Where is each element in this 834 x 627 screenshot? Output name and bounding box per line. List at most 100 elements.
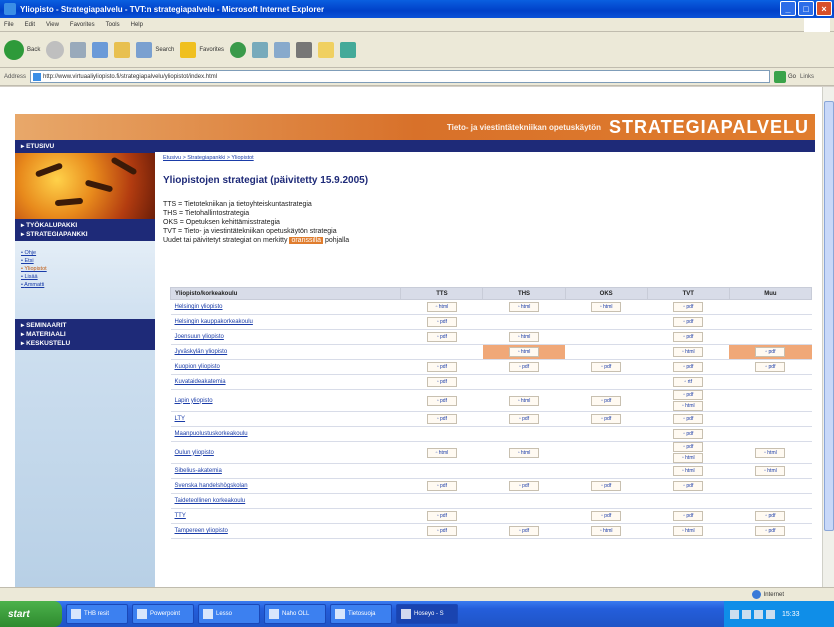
university-link[interactable]: Svenska handelshögskolan — [170, 478, 401, 494]
university-link[interactable]: Sibelius-akatemia — [170, 463, 401, 479]
university-link[interactable]: Kuopion yliopisto — [170, 359, 401, 375]
link-ammatti[interactable]: • Ammatti — [21, 281, 149, 289]
document-link[interactable]: ▫ pdf — [426, 377, 457, 387]
home-icon[interactable] — [114, 41, 131, 58]
document-link[interactable]: ▫ pdf — [673, 481, 704, 491]
forward-button[interactable] — [46, 40, 65, 59]
document-link[interactable]: ▫ pdf — [591, 414, 622, 424]
favorites-button[interactable]: Favorites — [180, 41, 224, 58]
link-ohje[interactable]: • Ohje — [21, 249, 149, 257]
document-link[interactable]: ▫ html — [509, 332, 540, 342]
document-link[interactable]: ▫ html — [755, 447, 786, 458]
task-button[interactable]: Tietosuoja — [330, 604, 392, 624]
task-button-active[interactable]: Hoseyo - S — [396, 604, 458, 624]
task-button[interactable]: Powerpoint — [132, 604, 194, 624]
nav-etusivu[interactable]: ▸ ETUSIVU — [21, 142, 149, 151]
university-link[interactable]: Joensuun yliopisto — [170, 329, 401, 345]
university-link[interactable]: Tampereen yliopisto — [170, 523, 401, 539]
go-button[interactable]: Go — [774, 70, 796, 83]
document-link[interactable]: ▫ pdf — [673, 317, 704, 327]
folder-icon[interactable] — [318, 41, 335, 58]
scroll-thumb[interactable] — [824, 101, 834, 531]
menu-view[interactable]: View — [46, 22, 59, 28]
close-button[interactable]: × — [816, 1, 832, 16]
refresh-icon[interactable] — [92, 41, 109, 58]
print-icon[interactable] — [274, 41, 291, 58]
document-link[interactable]: ▫ pdf — [673, 332, 704, 342]
document-link[interactable]: ▫ pdf — [755, 362, 786, 372]
document-link[interactable]: ▫ html — [673, 526, 704, 536]
document-link[interactable]: ▫ pdf — [591, 395, 622, 406]
document-link[interactable]: ▫ pdf — [755, 347, 786, 357]
nav-materiaali[interactable]: ▸ MATERIAALI — [21, 330, 149, 339]
document-link[interactable]: ▫ html — [426, 447, 457, 458]
document-link[interactable]: ▫ pdf — [673, 390, 704, 400]
menu-tools[interactable]: Tools — [106, 22, 120, 28]
document-link[interactable]: ▫ pdf — [673, 414, 704, 424]
document-link[interactable]: ▫ pdf — [426, 332, 457, 342]
document-link[interactable]: ▫ html — [509, 302, 540, 312]
document-link[interactable]: ▫ html — [673, 466, 704, 476]
link-etsi[interactable]: • Etsi — [21, 257, 149, 265]
university-link[interactable]: Oulun yliopisto — [170, 441, 401, 464]
messenger-icon[interactable] — [340, 41, 357, 58]
link-lisaa[interactable]: • Lisää — [21, 273, 149, 281]
document-link[interactable]: ▫ pdf — [426, 511, 457, 521]
menu-help[interactable]: Help — [131, 22, 143, 28]
menu-favorites[interactable]: Favorites — [70, 22, 95, 28]
document-link[interactable]: ▫ html — [426, 302, 457, 312]
menu-file[interactable]: File — [4, 22, 14, 28]
document-link[interactable]: ▫ pdf — [591, 511, 622, 521]
document-link[interactable]: ▫ html — [509, 347, 540, 357]
document-link[interactable]: ▫ pdf — [673, 442, 704, 452]
university-link[interactable]: Kuvataideakatemia — [170, 374, 401, 390]
document-link[interactable]: ▫ pdf — [426, 481, 457, 491]
document-link[interactable]: ▫ pdf — [673, 429, 704, 439]
university-link[interactable]: Helsingin kauppakorkeakoulu — [170, 314, 401, 330]
nav-keskustelu[interactable]: ▸ KESKUSTELU — [21, 339, 149, 348]
document-link[interactable]: ▫ html — [673, 453, 704, 463]
document-link[interactable]: ▫ pdf — [755, 526, 786, 536]
search-button[interactable]: Search — [136, 41, 174, 58]
link-yliopistot[interactable]: • Yliopistot — [21, 265, 149, 273]
document-link[interactable]: ▫ html — [673, 401, 704, 411]
document-link[interactable]: ▫ pdf — [426, 362, 457, 372]
document-link[interactable]: ▫ pdf — [426, 414, 457, 424]
document-link[interactable]: ▫ rtf — [673, 377, 704, 387]
document-link[interactable]: ▫ pdf — [509, 481, 540, 491]
maximize-button[interactable]: □ — [798, 1, 814, 16]
document-link[interactable]: ▫ pdf — [426, 395, 457, 406]
document-link[interactable]: ▫ pdf — [591, 362, 622, 372]
university-link[interactable]: TTY — [170, 508, 401, 524]
document-link[interactable]: ▫ pdf — [755, 511, 786, 521]
vertical-scrollbar[interactable] — [822, 87, 834, 587]
document-link[interactable]: ▫ pdf — [426, 317, 457, 327]
document-link[interactable]: ▫ pdf — [509, 362, 540, 372]
stop-icon[interactable] — [70, 41, 87, 58]
university-link[interactable]: Jyväskylän yliopisto — [170, 344, 401, 360]
menu-edit[interactable]: Edit — [25, 22, 35, 28]
mail-icon[interactable] — [252, 41, 269, 58]
breadcrumb[interactable]: Etusivu > Strategiapankki > Yliopistot — [163, 155, 813, 161]
start-button[interactable]: start — [0, 601, 62, 627]
task-button[interactable]: THB resit — [66, 604, 128, 624]
task-button[interactable]: Lesso — [198, 604, 260, 624]
document-link[interactable]: ▫ pdf — [509, 526, 540, 536]
document-link[interactable]: ▫ pdf — [673, 362, 704, 372]
history-icon[interactable] — [230, 41, 247, 58]
document-link[interactable]: ▫ pdf — [509, 414, 540, 424]
document-link[interactable]: ▫ html — [755, 466, 786, 476]
document-link[interactable]: ▫ html — [509, 447, 540, 458]
university-link[interactable]: Taideteollinen korkeakoulu — [170, 493, 401, 509]
task-button[interactable]: Naho OLL — [264, 604, 326, 624]
document-link[interactable]: ▫ html — [591, 526, 622, 536]
document-link[interactable]: ▫ pdf — [673, 511, 704, 521]
university-link[interactable]: Lapin yliopisto — [170, 389, 401, 412]
address-input[interactable]: http://www.virtuaaliyliopisto.fi/strateg… — [30, 70, 771, 83]
document-link[interactable]: ▫ pdf — [673, 302, 704, 312]
document-link[interactable]: ▫ html — [509, 395, 540, 406]
nav-seminaarit[interactable]: ▸ SEMINAARIT — [21, 321, 149, 330]
nav-strategiapankki[interactable]: ▸ STRATEGIAPANKKI — [21, 230, 149, 239]
edit-icon[interactable] — [296, 41, 313, 58]
minimize-button[interactable]: _ — [780, 1, 796, 16]
